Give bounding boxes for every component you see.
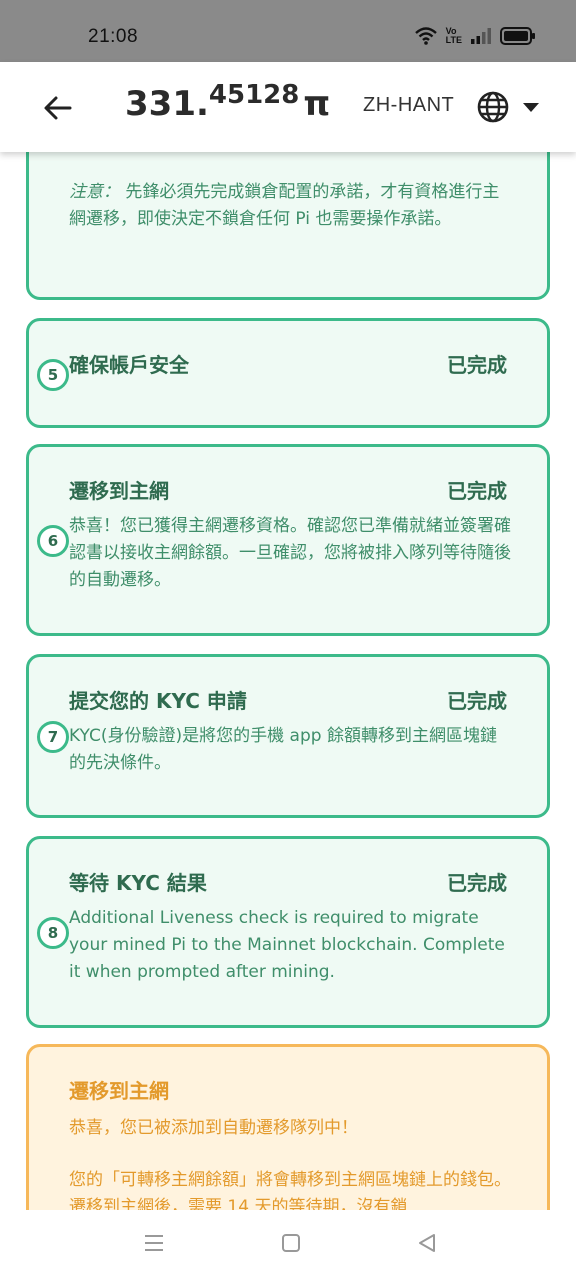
migration-title: 遷移到主網	[69, 1079, 169, 1103]
step-description: Additional Liveness check is required to…	[69, 908, 505, 982]
step-description: 恭喜！您已獲得主網遷移資格。確認您已準備就緒並簽署確認書以接收主網餘額。一旦確認…	[69, 516, 511, 590]
step-title: 等待 KYC 結果	[69, 871, 207, 895]
dropdown-caret-icon[interactable]	[522, 102, 540, 114]
migration-balance-info: 您的「可轉移主網餘額」將會轉移到主網區塊鏈上的錢包。遷移到主網後，需要 14 天…	[69, 1170, 511, 1210]
step-number-badge: 6	[37, 525, 69, 557]
step-status: 已完成	[447, 353, 507, 377]
migration-queue-message: 恭喜，您已被添加到自動遷移隊列中！	[69, 1118, 358, 1138]
battery-icon	[500, 27, 535, 45]
balance-decimals: 45128	[208, 80, 300, 110]
migration-queue-card: 遷移到主網 恭喜，您已被添加到自動遷移隊列中！ 您的「可轉移主網餘額」將會轉移到…	[26, 1044, 550, 1210]
migration-checklist: 注意： 先鋒必須先完成鎖倉配置的承諾，才有資格進行主網遷移，即使決定不鎖倉任何 …	[0, 152, 576, 1210]
step-card-migrate-mainnet[interactable]: 6 遷移到主網 已完成 恭喜！您已獲得主網遷移資格。確認您已準備就緒並簽署確認書…	[26, 444, 550, 636]
step-title: 提交您的 KYC 申請	[69, 689, 247, 713]
pi-symbol: π	[303, 84, 331, 124]
note-text: 注意： 先鋒必須先完成鎖倉配置的承諾，才有資格進行主網遷移，即使決定不鎖倉任何 …	[69, 179, 511, 233]
step-title: 確保帳戶安全	[69, 353, 189, 377]
status-bar: 21:08 Vo LTE	[0, 0, 576, 62]
step-status: 已完成	[447, 479, 507, 503]
pi-balance: 331.45128 π	[125, 80, 331, 124]
volte-indicator: Vo LTE	[445, 26, 462, 45]
language-selector-label[interactable]: ZH-HANT	[363, 94, 454, 117]
status-icons: Vo LTE	[414, 26, 536, 46]
step-number-badge: 5	[37, 359, 69, 391]
step-card-await-kyc[interactable]: 8 等待 KYC 結果 已完成 Additional Liveness chec…	[26, 836, 550, 1028]
step-card-submit-kyc[interactable]: 7 提交您的 KYC 申請 已完成 KYC(身份驗證)是將您的手機 app 餘額…	[26, 654, 550, 818]
home-icon[interactable]	[280, 1232, 302, 1254]
back-arrow-icon[interactable]	[40, 90, 76, 126]
step-status: 已完成	[447, 689, 507, 713]
step-number-badge: 7	[37, 721, 69, 753]
back-triangle-icon[interactable]	[416, 1232, 438, 1254]
balance-integer: 331.	[125, 84, 209, 124]
note-body: 先鋒必須先完成鎖倉配置的承諾，才有資格進行主網遷移，即使決定不鎖倉任何 Pi 也…	[69, 182, 500, 229]
step-number-badge: 8	[37, 917, 69, 949]
globe-icon[interactable]	[476, 90, 510, 124]
menu-icon[interactable]	[143, 1232, 165, 1254]
clock: 21:08	[88, 26, 139, 47]
signal-icon	[471, 28, 491, 44]
commitment-note-card: 注意： 先鋒必須先完成鎖倉配置的承諾，才有資格進行主網遷移，即使決定不鎖倉任何 …	[26, 152, 550, 300]
step-status: 已完成	[447, 871, 507, 895]
system-nav-bar	[0, 1210, 576, 1280]
app-header: 331.45128 π ZH-HANT	[0, 62, 576, 152]
wifi-icon	[414, 27, 437, 45]
step-title: 遷移到主網	[69, 479, 169, 503]
step-description: KYC(身份驗證)是將您的手機 app 餘額轉移到主網區塊鏈的先決條件。	[69, 726, 497, 773]
note-prefix: 注意：	[69, 182, 120, 202]
step-card-secure-account[interactable]: 5 確保帳戶安全 已完成	[26, 318, 550, 428]
